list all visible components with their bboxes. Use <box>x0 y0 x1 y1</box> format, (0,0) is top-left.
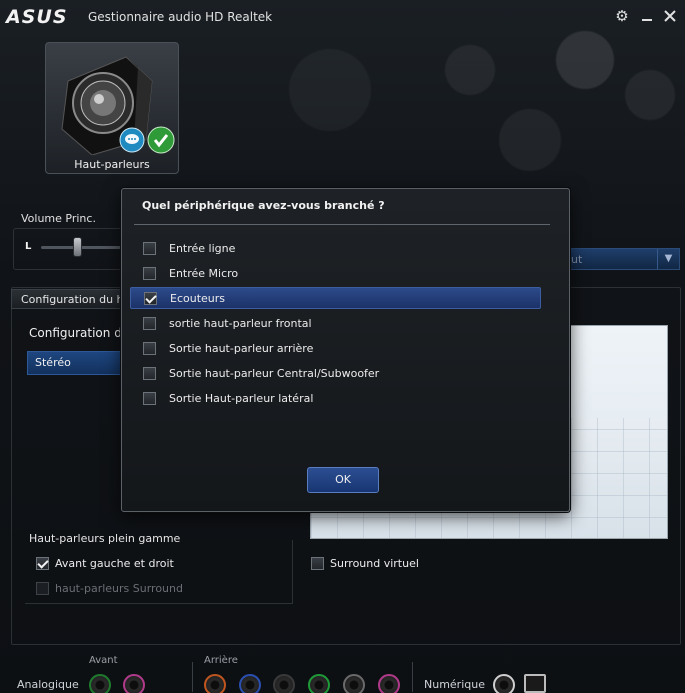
option-rear-speaker-out-checkbox[interactable] <box>143 341 156 355</box>
jack-separator <box>412 662 413 692</box>
option-line-in-checkbox[interactable] <box>143 241 156 255</box>
device-connected-dialog: Quel périphérique avez-vous branché ? En… <box>121 188 570 512</box>
surround-speakers-option: haut-parleurs Surround <box>36 580 183 596</box>
surround-speakers-label: haut-parleurs Surround <box>55 581 183 595</box>
option-side-speaker-out-checkbox[interactable] <box>143 391 156 405</box>
config-select[interactable]: Stéréo <box>27 351 127 375</box>
realtek-window: ASUS Gestionnaire audio HD Realtek ⚙ Hau… <box>0 0 685 693</box>
front-left-right-label: Avant gauche et droit <box>55 556 174 570</box>
virtual-surround-option[interactable]: Surround virtuel <box>311 555 419 571</box>
surround-speakers-checkbox <box>36 581 49 595</box>
chevron-down-icon[interactable]: ▼ <box>657 249 679 269</box>
front-jacks-label: Avant <box>89 655 118 666</box>
rear-grey-jack[interactable] <box>343 674 365 693</box>
option-side-speaker-out[interactable]: Sortie Haut-parleur latéral <box>130 387 541 409</box>
rear-blue-jack[interactable] <box>239 674 261 693</box>
virtual-surround-label: Surround virtuel <box>330 556 419 570</box>
option-rear-speaker-out[interactable]: Sortie haut-parleur arrière <box>130 337 541 359</box>
option-label: Entrée Micro <box>169 266 239 280</box>
option-center-subwoofer-out-checkbox[interactable] <box>143 366 156 380</box>
option-label: Ecouteurs <box>170 291 226 305</box>
check-icon <box>147 126 175 154</box>
volume-label: Volume Princ. <box>21 212 96 225</box>
volume-track[interactable] <box>41 246 131 249</box>
front-green-jack[interactable] <box>89 674 111 693</box>
option-headphones[interactable]: Ecouteurs <box>130 287 541 309</box>
volume-panel: L <box>13 228 133 270</box>
dialog-divider <box>134 224 550 225</box>
close-icon[interactable] <box>660 6 680 26</box>
jack-separator <box>192 662 193 692</box>
rear-pink-jack[interactable] <box>378 674 400 693</box>
option-mic-in-checkbox[interactable] <box>143 266 156 280</box>
front-pink-jack[interactable] <box>123 674 145 693</box>
option-mic-in[interactable]: Entrée Micro <box>130 262 541 284</box>
ok-button[interactable]: OK <box>307 467 379 493</box>
virtual-surround-checkbox[interactable] <box>311 556 324 570</box>
option-label: Sortie Haut-parleur latéral <box>169 391 314 405</box>
rear-black-jack[interactable] <box>273 674 295 693</box>
speakers-device-tile[interactable]: Haut-parleurs <box>45 42 179 174</box>
title-bar: ASUS Gestionnaire audio HD Realtek ⚙ <box>0 0 685 34</box>
right-dropdown-text: ut <box>571 253 583 266</box>
option-front-speaker-out[interactable]: sortie haut-parleur frontal <box>130 312 541 334</box>
gear-icon[interactable]: ⚙ <box>612 6 632 26</box>
minimize-icon[interactable] <box>637 6 657 26</box>
digital-coaxial-jack[interactable] <box>524 674 546 693</box>
chat-bubble-icon <box>119 127 145 153</box>
rear-green-jack[interactable] <box>308 674 330 693</box>
option-center-subwoofer-out[interactable]: Sortie haut-parleur Central/Subwoofer <box>130 362 541 384</box>
tab-speaker-configuration[interactable]: Configuration du h <box>11 289 126 309</box>
digital-optical-jack[interactable] <box>493 674 515 693</box>
front-left-right-option[interactable]: Avant gauche et droit <box>36 555 174 571</box>
rear-orange-jack[interactable] <box>204 674 226 693</box>
volume-left-letter: L <box>25 241 32 252</box>
device-label: Haut-parleurs <box>74 158 150 171</box>
option-headphones-checkbox[interactable] <box>144 291 157 305</box>
digital-label: Numérique <box>424 678 485 691</box>
app-title: Gestionnaire audio HD Realtek <box>88 10 273 24</box>
option-line-in[interactable]: Entrée ligne <box>130 237 541 259</box>
option-label: Entrée ligne <box>169 241 236 255</box>
volume-slider-thumb[interactable] <box>73 237 82 257</box>
asus-logo: ASUS <box>6 6 68 28</box>
option-label: sortie haut-parleur frontal <box>169 316 312 330</box>
dialog-title: Quel périphérique avez-vous branché ? <box>142 199 385 212</box>
option-front-speaker-out-checkbox[interactable] <box>143 316 156 330</box>
front-left-right-checkbox[interactable] <box>36 556 49 570</box>
analog-label: Analogique <box>17 678 79 691</box>
config-sub-label: Configuration du <box>29 326 130 340</box>
option-label: Sortie haut-parleur Central/Subwoofer <box>169 366 380 380</box>
right-dropdown[interactable]: ut ▼ <box>566 248 680 270</box>
rear-jacks-label: Arrière <box>204 655 238 666</box>
option-label: Sortie haut-parleur arrière <box>169 341 314 355</box>
